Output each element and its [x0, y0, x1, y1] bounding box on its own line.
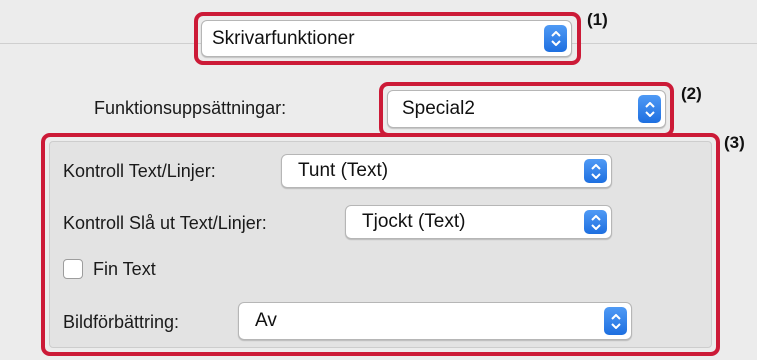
callout-1: (1) — [587, 10, 608, 29]
callout-2: (2) — [681, 84, 702, 103]
callout-3: (3) — [724, 133, 745, 152]
chevron-up-down-icon — [544, 25, 567, 52]
text-line-control-popup[interactable]: Tunt (Text) — [281, 154, 612, 188]
feature-sets-value: Special2 — [402, 98, 475, 119]
printer-features-popup[interactable]: Skrivarfunktioner — [201, 20, 572, 57]
image-enhancement-popup[interactable]: Av — [238, 302, 632, 340]
text-line-knockout-popup[interactable]: Tjockt (Text) — [345, 205, 612, 239]
chevron-up-down-icon — [604, 307, 627, 335]
chevron-up-down-icon — [584, 210, 607, 234]
text-line-knockout-value: Tjockt (Text) — [362, 211, 466, 232]
chevron-up-down-icon — [584, 159, 607, 183]
text-line-knockout-label: Kontroll Slå ut Text/Linjer: — [63, 213, 267, 233]
text-line-control-value: Tunt (Text) — [298, 160, 389, 181]
feature-sets-popup[interactable]: Special2 — [387, 90, 666, 128]
checkbox-unchecked-icon[interactable] — [63, 259, 83, 279]
fine-text-label[interactable]: Fin Text — [93, 259, 156, 280]
chevron-up-down-icon — [638, 95, 661, 123]
image-enhancement-value: Av — [255, 310, 277, 331]
image-enhancement-label: Bildförbättring: — [63, 312, 180, 332]
feature-sets-label: Funktionsuppsättningar: — [94, 98, 287, 118]
printer-features-value: Skrivarfunktioner — [212, 27, 355, 49]
text-line-control-label: Kontroll Text/Linjer: — [63, 161, 216, 181]
